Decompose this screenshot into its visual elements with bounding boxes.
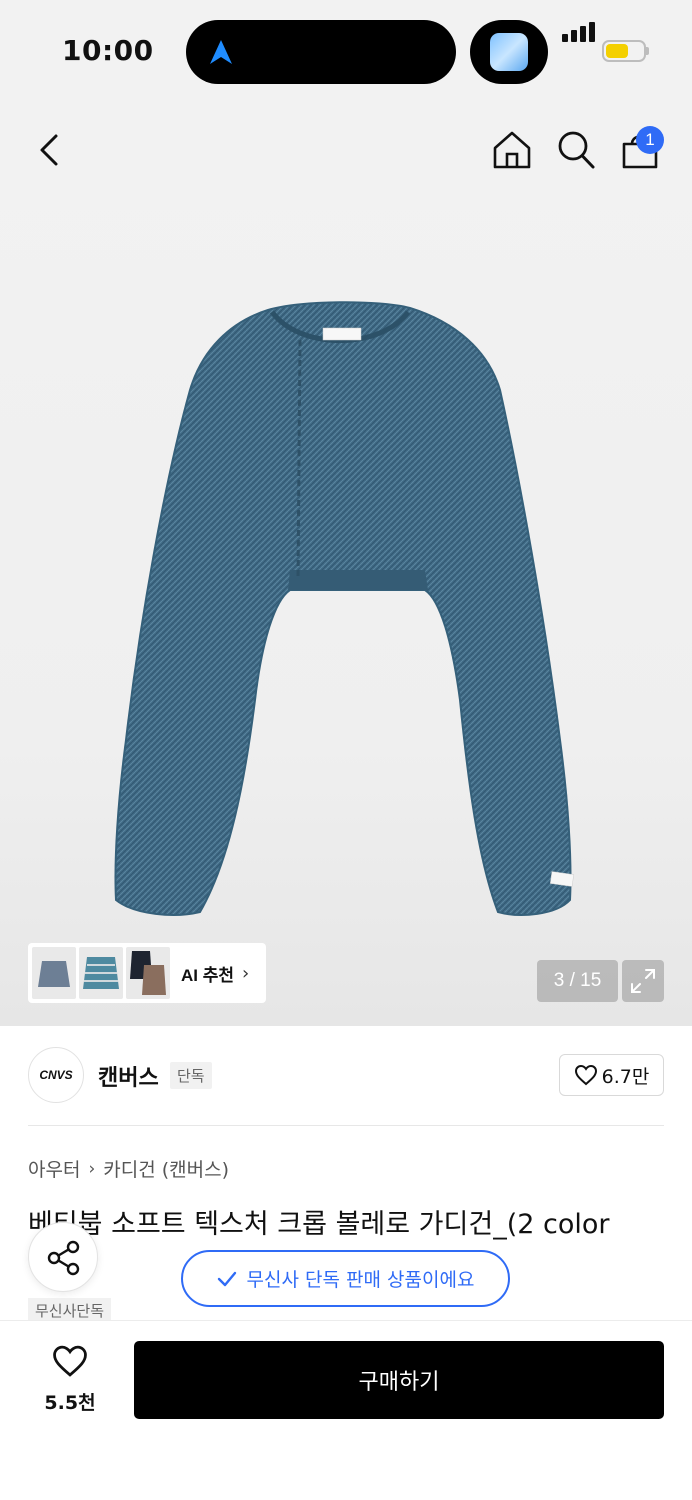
app-thumbnail-icon — [490, 33, 528, 71]
back-icon[interactable] — [28, 128, 72, 172]
brand-like-button[interactable]: 6.7만 — [559, 1054, 664, 1096]
battery-icon — [602, 40, 646, 62]
breadcrumb: 아우터 › 카디건 (캔버스) — [28, 1155, 229, 1182]
buy-button[interactable]: 구매하기 — [134, 1341, 664, 1419]
check-icon — [217, 1271, 236, 1286]
dynamic-island — [186, 20, 456, 84]
chevron-right-icon: › — [242, 962, 250, 984]
divider — [28, 1125, 664, 1126]
image-page-counter: 3 / 15 — [537, 960, 618, 1002]
breadcrumb-subcategory[interactable]: 카디건 (캔버스) — [103, 1155, 229, 1182]
ai-recommend-card[interactable]: AI 추천 › — [28, 943, 266, 1003]
chevron-right-icon: › — [88, 1158, 96, 1179]
recommend-thumbnail — [32, 947, 76, 999]
search-icon[interactable] — [554, 128, 598, 172]
home-icon[interactable] — [490, 128, 534, 172]
cart-count-badge: 1 — [636, 126, 664, 154]
recommend-thumbnail — [126, 947, 170, 999]
status-time: 10:00 — [62, 34, 154, 67]
recommend-thumbnail — [79, 947, 123, 999]
heart-icon — [53, 1345, 87, 1377]
exclusive-toast: 무신사 단독 판매 상품이에요 — [181, 1250, 510, 1307]
status-bar: 10:00 — [0, 0, 692, 100]
brand-logo[interactable]: CNVS — [28, 1047, 84, 1103]
heart-icon — [574, 1064, 597, 1086]
ai-recommend-label: AI 추천 — [181, 965, 235, 985]
toast-message: 무신사 단독 판매 상품이에요 — [246, 1269, 475, 1291]
expand-icon — [631, 969, 655, 993]
breadcrumb-category[interactable]: 아우터 — [28, 1155, 80, 1182]
wishlist-count: 5.5천 — [44, 1392, 96, 1414]
product-title: 베티붑 소프트 텍스처 크롭 볼레로 가디건_(2 color — [28, 1209, 610, 1240]
brand-name[interactable]: 캔버스 — [98, 1060, 159, 1092]
dynamic-island-app — [470, 20, 548, 84]
wishlist-button[interactable]: 5.5천 — [32, 1344, 108, 1418]
navigation-arrow-icon — [210, 40, 232, 64]
exclusive-tag: 단독 — [170, 1062, 212, 1089]
brand-like-count: 6.7만 — [601, 1065, 650, 1088]
expand-image-button[interactable] — [622, 960, 664, 1002]
product-image — [114, 301, 575, 916]
product-image-gallery[interactable] — [0, 100, 692, 1026]
share-button[interactable] — [28, 1222, 98, 1292]
share-icon — [47, 1240, 80, 1276]
